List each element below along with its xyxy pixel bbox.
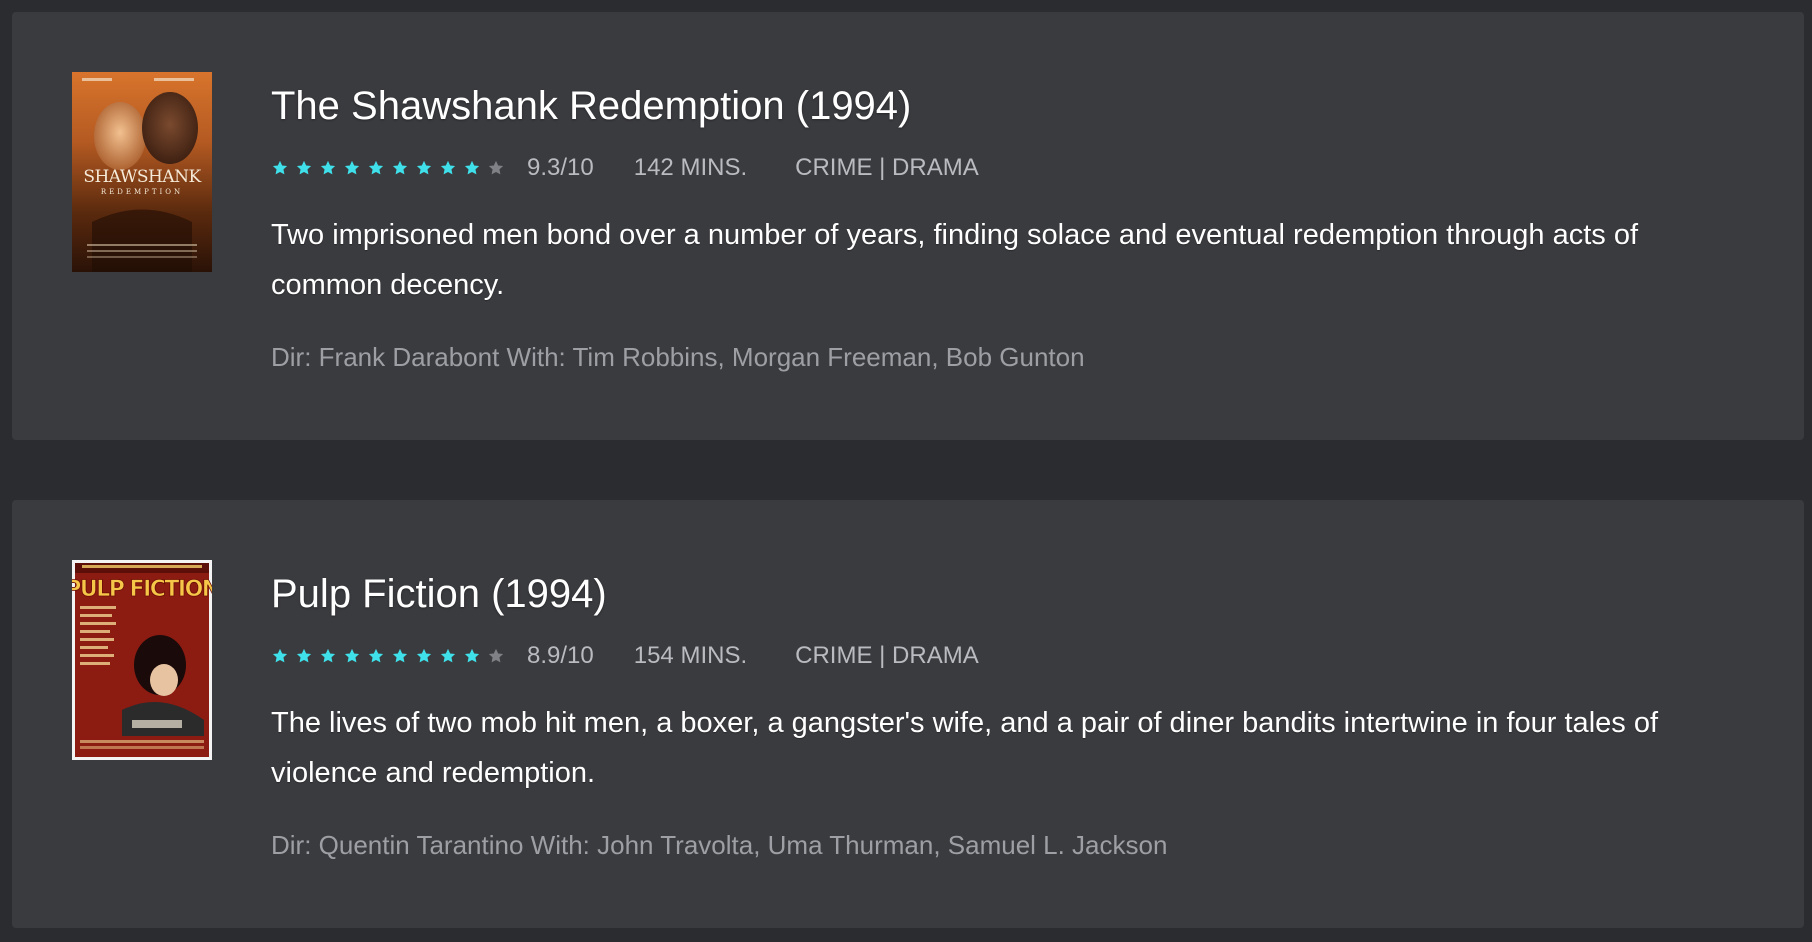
star-filled-icon [272,160,288,175]
rating-stars [271,647,505,665]
movie-meta: 9.3/10 142 MINS. CRIME | DRAMA [271,154,1704,182]
runtime-text: 142 MINS. [633,154,748,181]
movie-card[interactable]: SHAWSHANK REDEMPTION The Shawshank Redem… [12,12,1804,440]
movie-poster[interactable]: SHAWSHANK REDEMPTION [72,72,212,272]
star-empty-icon [488,160,504,175]
genres-text: CRIME | DRAMA [795,154,979,181]
poster-title-text: PULP FICTION [72,577,212,602]
rating-stars [271,159,505,177]
star-empty-icon [488,648,504,663]
star-filled-icon [416,648,432,663]
movie-meta: 8.9/10 154 MINS. CRIME | DRAMA [271,642,1704,670]
star-filled-icon [320,648,336,663]
star-filled-icon [464,160,480,175]
star-filled-icon [296,648,312,663]
star-filled-icon [272,648,288,663]
movie-details: The Shawshank Redemption (1994) 9.3/10 1… [271,68,1704,373]
star-filled-icon [392,648,408,663]
rating-text: 9.3/10 [527,154,594,181]
rating-text: 8.9/10 [527,642,594,669]
movie-plot: Two imprisoned men bond over a number of… [271,219,1639,301]
star-filled-icon [368,648,384,663]
star-filled-icon [368,160,384,175]
movie-title[interactable]: Pulp Fiction (1994) [271,570,1704,618]
movie-poster[interactable]: PULP FICTION [72,560,212,760]
poster-subtitle-text: REDEMPTION [101,188,183,196]
star-filled-icon [440,648,456,663]
star-filled-icon [344,648,360,663]
movie-credits: Dir: Frank Darabont With: Tim Robbins, M… [271,342,1085,372]
runtime-text: 154 MINS. [633,642,748,669]
star-filled-icon [416,160,432,175]
genres-text: CRIME | DRAMA [795,642,979,669]
movie-credits: Dir: Quentin Tarantino With: John Travol… [271,830,1168,860]
movie-details: Pulp Fiction (1994) 8.9/10 154 MINS. CRI… [271,556,1704,861]
star-filled-icon [464,648,480,663]
movie-plot: The lives of two mob hit men, a boxer, a… [271,707,1659,789]
star-filled-icon [440,160,456,175]
poster-title-text: SHAWSHANK [83,167,201,187]
movie-title[interactable]: The Shawshank Redemption (1994) [271,82,1704,130]
star-filled-icon [320,160,336,175]
star-filled-icon [392,160,408,175]
movie-list: SHAWSHANK REDEMPTION The Shawshank Redem… [12,12,1804,928]
star-filled-icon [296,160,312,175]
star-filled-icon [344,160,360,175]
movie-card[interactable]: PULP FICTION Pulp Fiction (1994) 8.9/10 … [12,500,1804,928]
